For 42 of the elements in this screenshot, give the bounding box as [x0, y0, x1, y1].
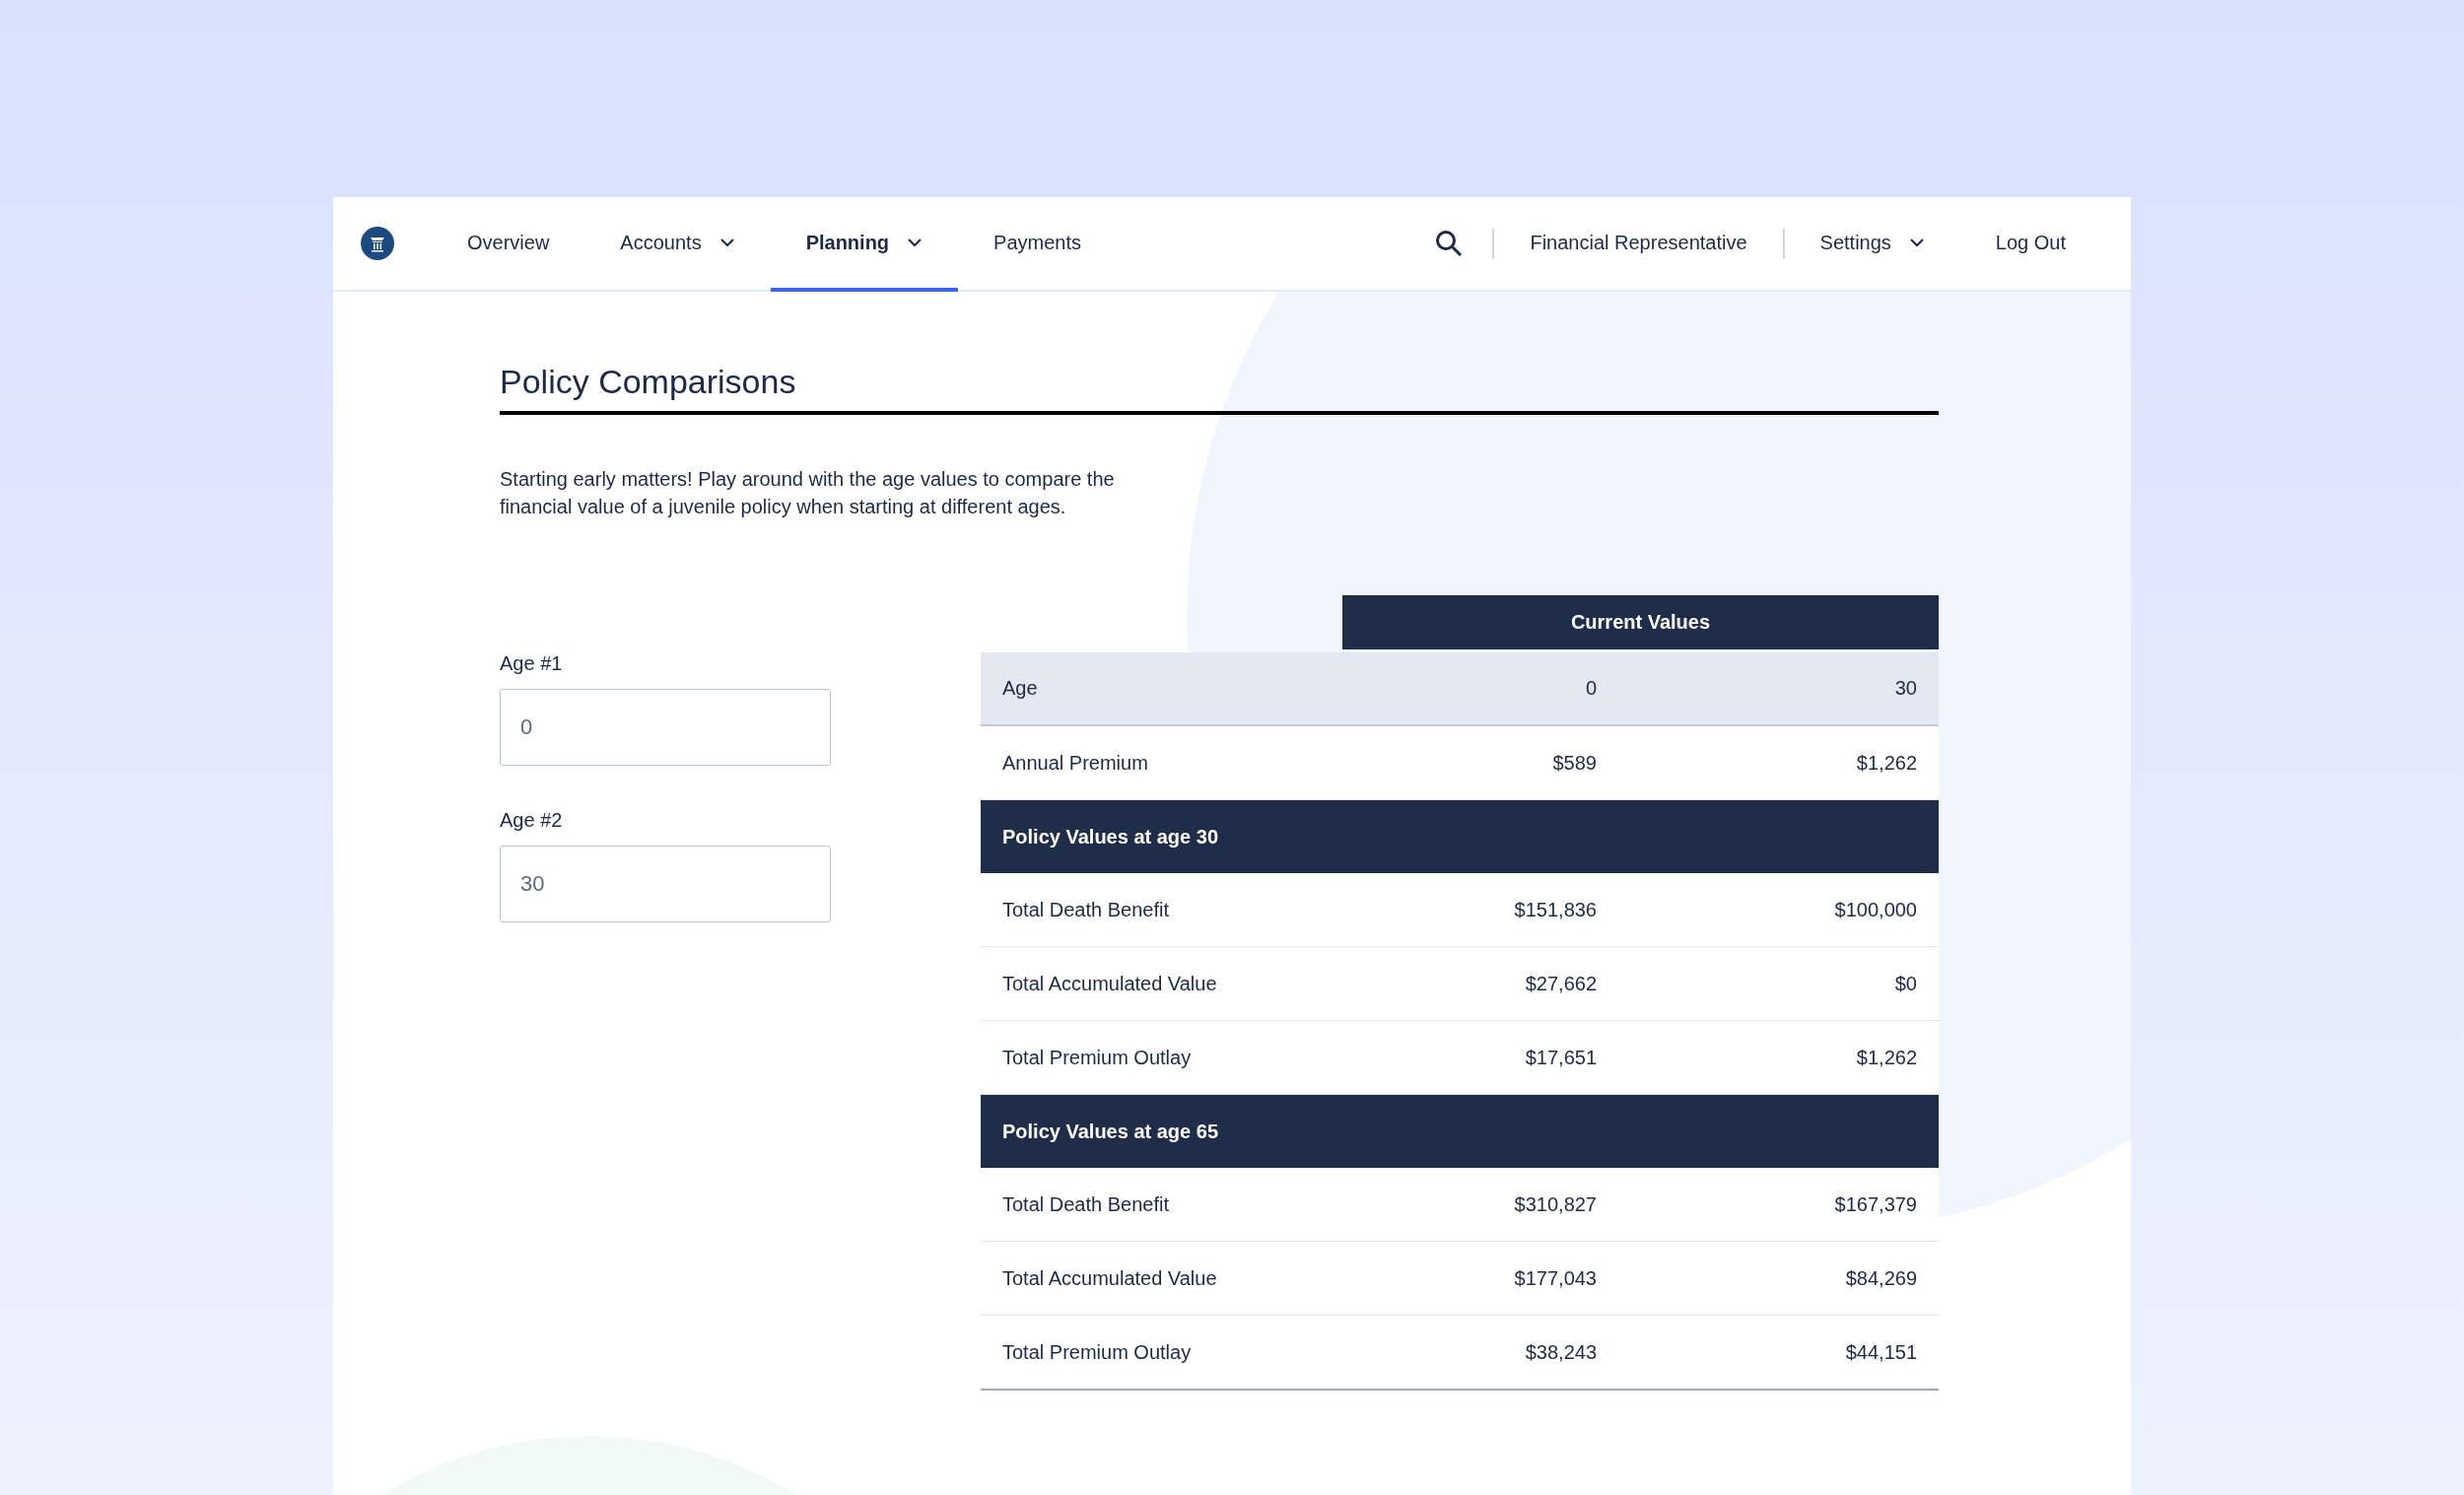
table-cell-text: $1,262 [1855, 751, 1918, 775]
input-field[interactable]: 30 [500, 846, 831, 922]
table-cell-text: $44,151 [1844, 1340, 1918, 1364]
table-cell-text: 30 [1893, 677, 1918, 700]
table-cell-text: $589 [1551, 751, 1598, 775]
table-cell-text: $310,827 [1513, 1192, 1598, 1216]
table-cell-text: $84,269 [1844, 1266, 1918, 1290]
nav-link[interactable]: Overview [432, 197, 585, 292]
table-cell-text: Annual Premium [1001, 751, 1149, 775]
page-title: Policy Comparisons [500, 363, 1939, 415]
nav-link[interactable]: Payments [958, 197, 1117, 292]
search-icon[interactable] [1435, 230, 1464, 257]
table-cell-text: Total Accumulated Value [1001, 972, 1218, 995]
nav-link[interactable]: Log Out [1959, 197, 2101, 292]
column-header: Current Values [1342, 595, 1939, 649]
table-cell-text: $177,043 [1513, 1266, 1598, 1290]
table-cell-text: Total Death Benefit [1001, 1192, 1170, 1216]
nav-link[interactable]: Financial Representative [1494, 197, 1783, 292]
field-label: Age #1 [500, 652, 564, 675]
table-cell-text: $27,662 [1524, 972, 1598, 995]
table-cell-text: Age [1001, 677, 1039, 700]
table-cell-text: $38,243 [1524, 1340, 1598, 1364]
table-cell-text: $17,651 [1524, 1046, 1598, 1069]
input-field[interactable]: 0 [500, 689, 831, 766]
table-cell-text: $1,262 [1855, 1046, 1918, 1069]
section-title: Policy Values at age 30 [1001, 825, 1219, 849]
table-cell-text: $151,836 [1513, 898, 1598, 921]
table-cell-text: Total Premium Outlay [1001, 1340, 1193, 1364]
table-cell-text: Total Death Benefit [1001, 898, 1170, 921]
section-title: Policy Values at age 65 [1001, 1120, 1219, 1143]
table-cell-text: Total Accumulated Value [1001, 1266, 1218, 1290]
nav-link[interactable]: Planning [770, 197, 959, 292]
nav-link[interactable]: Accounts [584, 197, 771, 292]
table-cell-text: $0 [1893, 972, 1918, 995]
intro-text: Starting early matters! Play around with the age values to compare the financial value of a juvenile policy when starting at different ages. [500, 467, 1116, 519]
table-cell-text: Total Premium Outlay [1001, 1046, 1193, 1069]
nav-link[interactable]: Settings [1784, 197, 1960, 292]
table-cell-text: $100,000 [1833, 898, 1918, 921]
logo-icon[interactable] [361, 227, 394, 260]
field-label: Age #2 [500, 809, 564, 832]
table-cell-text: 0 [1584, 677, 1598, 700]
table-cell-text: $167,379 [1833, 1192, 1918, 1216]
